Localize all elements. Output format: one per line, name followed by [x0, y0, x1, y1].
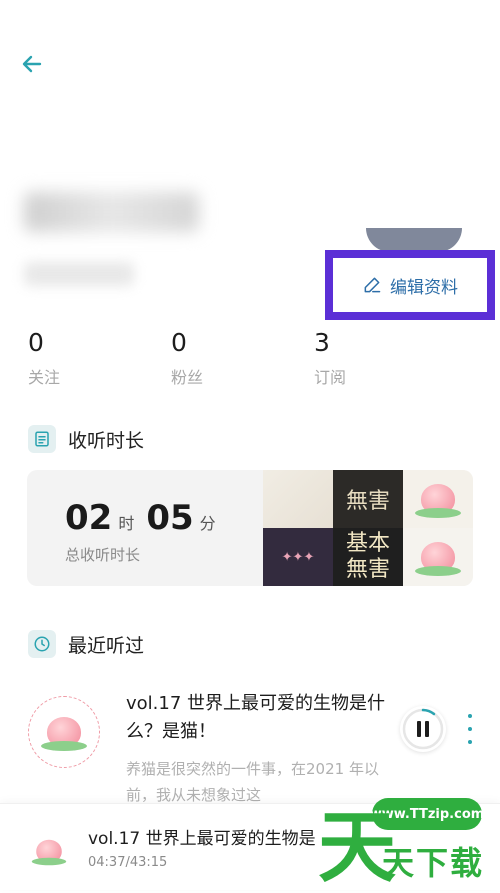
followers-label: 粉丝 — [171, 368, 204, 387]
mini-player-title: vol.17 世界上最可爱的生物是 — [88, 829, 316, 849]
listen-time-title: 收听时长 — [68, 429, 145, 452]
subscriptions-label: 订阅 — [314, 368, 347, 387]
pause-button[interactable] — [400, 706, 446, 752]
peach-logo-icon — [415, 542, 461, 576]
edit-profile-button[interactable]: 编辑资料 — [333, 258, 487, 312]
recent-title: 最近听过 — [68, 634, 145, 657]
listen-time-header: 收听时长 — [28, 425, 144, 453]
mini-player-cover — [24, 826, 74, 876]
following-count: 0 — [28, 328, 44, 357]
peach-logo-icon — [31, 839, 67, 866]
user-id-blurred — [24, 262, 134, 286]
clock-icon — [28, 630, 56, 658]
edit-pencil-icon — [364, 277, 381, 293]
minutes-unit: 分 — [199, 514, 216, 533]
episode-description: 养猫是很突然的一件事，在2021 年以前，我从未想象过这 — [126, 760, 379, 804]
back-arrow-icon — [22, 55, 42, 73]
cover-tile-jibenwuhai: 基本 無害 — [333, 528, 403, 586]
cover-tile-peach — [403, 528, 473, 586]
cover-tile: ✦✦✦ — [263, 528, 333, 586]
document-icon — [28, 425, 56, 453]
back-button[interactable] — [14, 48, 50, 80]
stat-subscriptions[interactable]: 3 订阅 — [314, 328, 394, 388]
subscriptions-count: 3 — [314, 328, 330, 357]
peach-logo-icon — [41, 717, 87, 751]
episode-cover[interactable] — [28, 696, 100, 768]
cover-tile — [263, 470, 333, 528]
cover-tile-peach — [403, 470, 473, 528]
pause-icon — [402, 708, 444, 750]
stat-followers[interactable]: 0 粉丝 — [171, 328, 251, 388]
edit-profile-highlight: 编辑资料 — [325, 250, 495, 320]
watermark-text: 天下载 — [382, 844, 485, 882]
recent-header: 最近听过 — [28, 630, 144, 658]
username-blurred — [24, 192, 199, 232]
listen-time-value: 02 时 05 分 — [65, 498, 222, 538]
hours-value: 02 — [65, 498, 113, 538]
cover-tile-jibenwuhai-text: 基本 無害 — [345, 531, 390, 582]
cover-tile-wuhai: 無害 — [333, 470, 403, 528]
hours-unit: 时 — [118, 514, 135, 533]
total-listen-label: 总收听时长 — [65, 546, 141, 564]
edit-profile-label: 编辑资料 — [390, 277, 458, 298]
peach-logo-icon — [415, 484, 461, 518]
more-options-icon[interactable] — [463, 714, 477, 744]
episode-title[interactable]: vol.17 世界上最可爱的生物是什么？是猫！ — [126, 690, 388, 746]
following-label: 关注 — [28, 368, 61, 387]
stat-following[interactable]: 0 关注 — [28, 328, 108, 388]
mini-player-time: 04:37/43:15 — [88, 855, 168, 870]
listen-time-card[interactable]: 02 时 05 分 总收听时长 無害 ✦✦✦ 基本 無害 — [27, 470, 473, 586]
followers-count: 0 — [171, 328, 187, 357]
avatar[interactable] — [366, 228, 462, 252]
minutes-value: 05 — [146, 498, 194, 538]
podcast-cover-collage: 無害 ✦✦✦ 基本 無害 — [263, 470, 473, 586]
